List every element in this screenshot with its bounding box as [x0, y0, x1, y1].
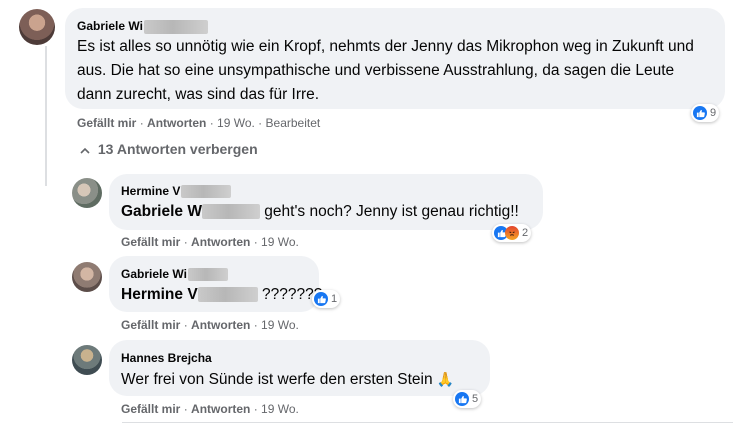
timestamp[interactable]: 19 Wo.	[261, 318, 299, 332]
reply-text: Gabriele W geht's noch? Jenny ist genau …	[121, 200, 519, 224]
avatar-reply-author[interactable]	[72, 178, 102, 208]
avatar-reply-author[interactable]	[72, 262, 102, 292]
mention-link[interactable]: Hermine V	[121, 286, 258, 303]
reply-author[interactable]: Gabriele Wi	[121, 267, 228, 282]
hide-replies-toggle[interactable]: 13 Antworten verbergen	[80, 141, 258, 157]
like-link[interactable]: Gefällt mir	[121, 235, 180, 249]
comment-text: Es ist alles so unnötig wie ein Kropf, n…	[77, 38, 694, 103]
like-icon	[314, 292, 328, 306]
reply-link[interactable]: Antworten	[147, 116, 206, 130]
angry-icon	[505, 226, 519, 240]
comment-bubble-main: Gabriele Wi Es ist alles so unnötig wie …	[65, 8, 725, 109]
reply-bubble: Gabriele Wi Hermine V ???????	[109, 256, 322, 312]
divider	[122, 422, 733, 423]
thread-line	[45, 46, 47, 186]
reaction-summary[interactable]: 5	[453, 390, 482, 408]
reaction-count: 5	[472, 393, 479, 405]
like-link[interactable]: Gefällt mir	[121, 402, 180, 416]
reply-text: Wer frei von Sünde ist werfe den ersten …	[121, 367, 454, 392]
reply-link[interactable]: Antworten	[191, 235, 250, 249]
redaction-blur	[201, 204, 260, 220]
like-icon	[455, 392, 469, 406]
reply-message: geht's noch? Jenny ist genau richtig!!	[264, 203, 519, 220]
reaction-summary[interactable]: 9	[691, 104, 720, 122]
reply-actions: Gefällt mir · Antworten · 19 Wo.	[121, 318, 299, 332]
chevron-up-icon	[80, 141, 94, 157]
comment-actions: Gefällt mir · Antworten · 19 Wo. · Bearb…	[77, 116, 321, 130]
reaction-summary[interactable]: 2	[492, 224, 532, 242]
hide-replies-label: 13 Antworten verbergen	[97, 141, 258, 157]
avatar-main-author[interactable]	[19, 9, 55, 45]
praying-hands-emoji: 🙏	[436, 371, 455, 387]
redaction-blur	[181, 185, 232, 199]
reply-text: Hermine V ???????	[121, 283, 322, 307]
redaction-blur	[143, 19, 208, 34]
reply-message: Wer frei von Sünde ist werfe den ersten …	[121, 371, 433, 388]
like-link[interactable]: Gefällt mir	[77, 116, 136, 130]
reply-bubble: Hermine V Gabriele W geht's noch? Jenny …	[109, 174, 543, 230]
like-link[interactable]: Gefällt mir	[121, 318, 180, 332]
timestamp[interactable]: 19 Wo.	[217, 116, 255, 130]
reply-author[interactable]: Hannes Brejcha	[121, 351, 212, 365]
author-name[interactable]: Hermine V	[121, 184, 180, 198]
timestamp[interactable]: 19 Wo.	[261, 402, 299, 416]
reply-bubble: Hannes Brejcha Wer frei von Sünde ist we…	[109, 340, 490, 396]
reaction-summary[interactable]: 1	[312, 290, 341, 308]
reaction-count: 1	[331, 293, 338, 305]
avatar-reply-author[interactable]	[72, 345, 102, 375]
reply-link[interactable]: Antworten	[191, 318, 250, 332]
reply-actions: Gefällt mir · Antworten · 19 Wo.	[121, 235, 299, 249]
author-name[interactable]: Gabriele Wi	[121, 267, 187, 281]
reaction-count: 2	[522, 227, 529, 239]
like-icon	[693, 106, 707, 120]
redaction-blur	[197, 287, 258, 303]
reaction-count: 9	[710, 107, 717, 119]
reply-link[interactable]: Antworten	[191, 402, 250, 416]
redaction-blur	[187, 268, 228, 282]
mention-link[interactable]: Gabriele W	[121, 203, 260, 220]
comment-author[interactable]: Gabriele Wi	[77, 19, 208, 34]
reply-actions: Gefällt mir · Antworten · 19 Wo.	[121, 402, 299, 416]
author-name[interactable]: Gabriele Wi	[77, 19, 143, 33]
timestamp[interactable]: 19 Wo.	[261, 235, 299, 249]
edited-label: Bearbeitet	[265, 116, 321, 130]
reply-author[interactable]: Hermine V	[121, 184, 232, 199]
